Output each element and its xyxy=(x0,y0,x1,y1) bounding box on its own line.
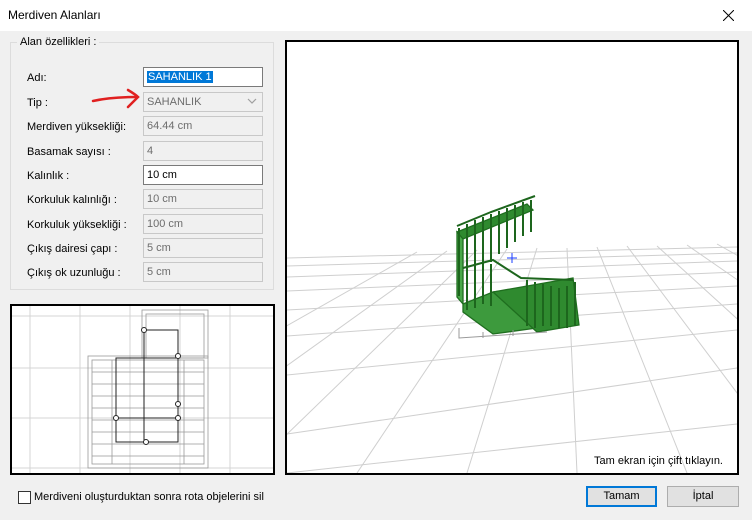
close-button[interactable] xyxy=(706,0,752,31)
delete-route-objects-label[interactable]: Merdiveni oluşturduktan sonra rota objel… xyxy=(34,491,264,503)
exit-arrow-field: 5 cm xyxy=(143,262,263,282)
railing-height-label: Korkuluk yüksekliği : xyxy=(27,219,127,231)
exit-arrow-label: Çıkış ok uzunluğu : xyxy=(27,267,121,279)
exit-circle-field: 5 cm xyxy=(143,238,263,258)
stair-3d-drawing xyxy=(287,195,737,473)
stair-height-label: Merdiven yüksekliği: xyxy=(27,121,127,133)
delete-route-objects-checkbox[interactable] xyxy=(18,491,31,504)
close-icon xyxy=(723,10,734,21)
stair-plan-drawing xyxy=(12,306,273,473)
fullscreen-hint: Tam ekran için çift tıklayın. xyxy=(594,455,723,467)
plan-preview[interactable] xyxy=(10,304,275,475)
stair-height-field: 64.44 cm xyxy=(143,116,263,136)
railing-thickness-label: Korkuluk kalınlığı : xyxy=(27,194,117,206)
name-input-value: SAHANLIK 1 xyxy=(147,71,213,83)
chevron-down-icon xyxy=(247,98,257,104)
exit-circle-label: Çıkış dairesi çapı : xyxy=(27,243,118,255)
step-count-field: 4 xyxy=(143,141,263,161)
thickness-input[interactable]: 10 cm xyxy=(143,165,263,185)
thickness-label: Kalınlık : xyxy=(27,170,70,182)
title-bar: Merdiven Alanları xyxy=(0,0,752,31)
ok-button[interactable]: Tamam xyxy=(586,486,657,507)
type-select[interactable]: SAHANLIK xyxy=(143,92,263,112)
properties-legend: Alan özellikleri : xyxy=(17,36,100,48)
railing-thickness-field: 10 cm xyxy=(143,189,263,209)
name-label: Adı: xyxy=(27,72,47,84)
annotation-arrow-icon xyxy=(91,88,140,109)
name-input[interactable]: SAHANLIK 1 xyxy=(143,67,263,87)
3d-viewport[interactable]: Tam ekran için çift tıklayın. xyxy=(285,40,739,475)
type-select-value: SAHANLIK xyxy=(147,96,202,108)
railing-height-field: 100 cm xyxy=(143,214,263,234)
window-title: Merdiven Alanları xyxy=(8,8,101,22)
type-label: Tip : xyxy=(27,97,48,109)
step-count-label: Basamak sayısı : xyxy=(27,146,111,158)
cancel-button[interactable]: İptal xyxy=(667,486,739,507)
